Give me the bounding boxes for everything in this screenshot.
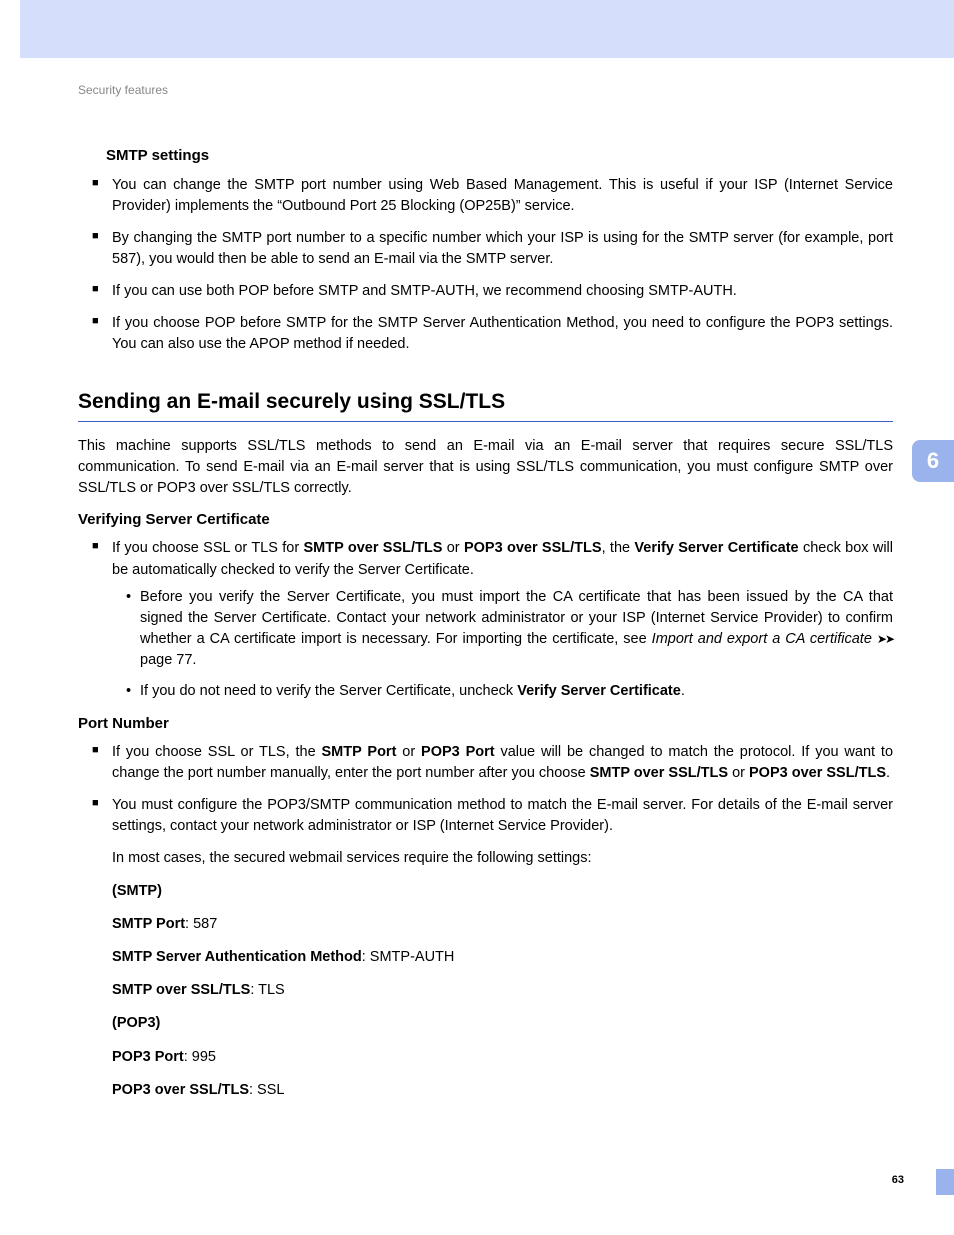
ssl-intro: This machine supports SSL/TLS methods to… bbox=[78, 436, 893, 499]
page-number: 63 bbox=[892, 1173, 904, 1189]
list-item: By changing the SMTP port number to a sp… bbox=[92, 228, 893, 270]
smtp-port-value: : 587 bbox=[185, 916, 217, 932]
list-item: If you choose SSL or TLS for SMTP over S… bbox=[92, 538, 893, 701]
bold-text: SMTP over SSL/TLS bbox=[590, 765, 728, 781]
pop3-port-value: : 995 bbox=[184, 1049, 216, 1065]
pop3-group-label: (POP3) bbox=[112, 1015, 160, 1031]
header-band bbox=[0, 0, 954, 58]
page-content: Security features SMTP settings You can … bbox=[78, 82, 893, 1113]
settings-block: (SMTP) SMTP Port: 587 SMTP Server Authen… bbox=[112, 881, 893, 1100]
smtp-ssl-value: : TLS bbox=[250, 982, 284, 998]
smtp-auth-value: : SMTP-AUTH bbox=[362, 949, 455, 965]
verify-sub-list: Before you verify the Server Certificate… bbox=[112, 587, 893, 702]
smtp-port-label: SMTP Port bbox=[112, 916, 185, 932]
port-list: If you choose SSL or TLS, the SMTP Port … bbox=[78, 742, 893, 837]
corner-tab bbox=[936, 1169, 954, 1195]
running-header: Security features bbox=[78, 82, 893, 99]
chapter-tab: 6 bbox=[912, 440, 954, 482]
pop3-port-label: POP3 Port bbox=[112, 1049, 184, 1065]
bold-text: SMTP over SSL/TLS bbox=[304, 540, 443, 556]
bold-text: POP3 Port bbox=[421, 744, 495, 760]
smtp-settings-heading: SMTP settings bbox=[106, 145, 893, 167]
list-item: If you choose POP before SMTP for the SM… bbox=[92, 313, 893, 355]
list-item: If you choose SSL or TLS, the SMTP Port … bbox=[92, 742, 893, 784]
bold-text: POP3 over SSL/TLS bbox=[464, 540, 602, 556]
section-rule bbox=[78, 421, 893, 422]
list-item: Before you verify the Server Certificate… bbox=[126, 587, 893, 671]
text: , the bbox=[602, 540, 635, 556]
bold-text: POP3 over SSL/TLS bbox=[749, 765, 886, 781]
bold-text: Verify Server Certificate bbox=[634, 540, 798, 556]
verify-list: If you choose SSL or TLS for SMTP over S… bbox=[78, 538, 893, 701]
text: . bbox=[886, 765, 890, 781]
header-gap bbox=[0, 0, 20, 58]
text: or bbox=[442, 540, 464, 556]
text: or bbox=[728, 765, 749, 781]
smtp-auth-label: SMTP Server Authentication Method bbox=[112, 949, 362, 965]
text: page 77. bbox=[140, 652, 196, 668]
pop3-ssl-label: POP3 over SSL/TLS bbox=[112, 1082, 249, 1098]
text: If you choose SSL or TLS for bbox=[112, 540, 304, 556]
bold-text: Verify Server Certificate bbox=[517, 683, 681, 699]
ssl-section-heading: Sending an E-mail securely using SSL/TLS bbox=[78, 387, 893, 417]
smtp-group-label: (SMTP) bbox=[112, 883, 162, 899]
text: or bbox=[396, 744, 421, 760]
verify-heading: Verifying Server Certificate bbox=[78, 509, 893, 531]
text: If you do not need to verify the Server … bbox=[140, 683, 517, 699]
cross-reference: Import and export a CA certificate bbox=[652, 631, 872, 647]
smtp-ssl-label: SMTP over SSL/TLS bbox=[112, 982, 250, 998]
list-item: You must configure the POP3/SMTP communi… bbox=[92, 795, 893, 837]
smtp-settings-list: You can change the SMTP port number usin… bbox=[78, 175, 893, 355]
chapter-number: 6 bbox=[927, 445, 939, 477]
text: . bbox=[681, 683, 685, 699]
text: If you choose SSL or TLS, the bbox=[112, 744, 322, 760]
list-item: If you can use both POP before SMTP and … bbox=[92, 281, 893, 302]
bold-text: SMTP Port bbox=[322, 744, 397, 760]
port-note: In most cases, the secured webmail servi… bbox=[112, 848, 893, 869]
list-item: You can change the SMTP port number usin… bbox=[92, 175, 893, 217]
port-number-heading: Port Number bbox=[78, 713, 893, 735]
pop3-ssl-value: : SSL bbox=[249, 1082, 284, 1098]
list-item: If you do not need to verify the Server … bbox=[126, 681, 893, 702]
arrow-icon: ➤➤ bbox=[877, 632, 893, 646]
